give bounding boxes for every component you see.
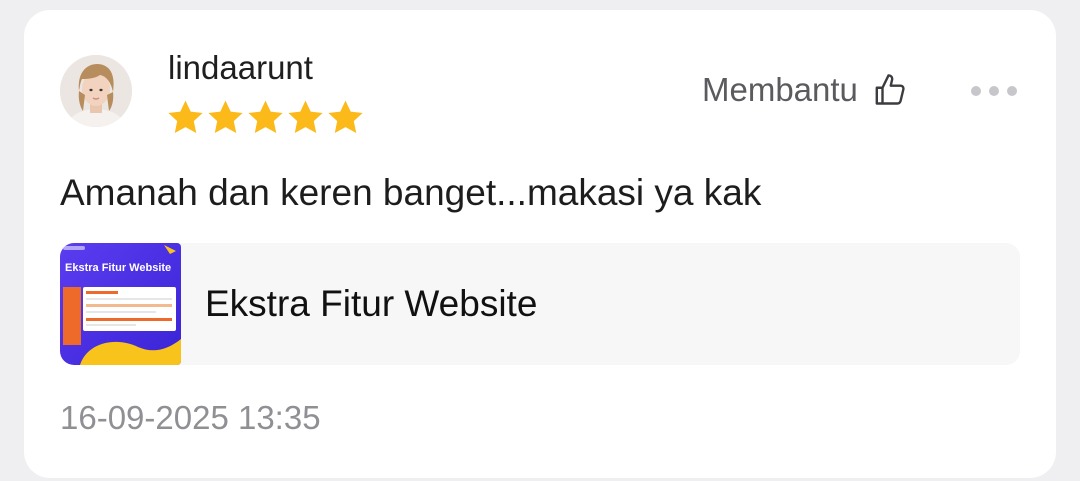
thumbs-up-icon [875, 74, 905, 105]
product-link[interactable]: Ekstra Fitur Website Ekstra Fitur Websit… [60, 243, 1020, 365]
username: lindaarunt [168, 49, 313, 86]
review-card: lindaarunt Membantu Amanah dan keren ban… [24, 10, 1056, 478]
review-text: Amanah dan keren banget...makasi ya kak [60, 172, 762, 213]
star-icon [288, 100, 323, 133]
product-name: Ekstra Fitur Website [205, 283, 538, 324]
thumbnail-title: Ekstra Fitur Website [65, 262, 171, 274]
star-icon [328, 100, 363, 133]
star-icon [168, 100, 203, 133]
avatar-image [60, 55, 132, 127]
product-thumbnail: Ekstra Fitur Website [60, 243, 181, 365]
star-rating [166, 98, 365, 137]
avatar[interactable] [60, 55, 132, 127]
star-icon [248, 100, 283, 133]
review-timestamp: 16-09-2025 13:35 [60, 399, 321, 436]
helpful-button[interactable]: Membantu [702, 70, 908, 110]
star-icon [208, 100, 243, 133]
helpful-label: Membantu [702, 71, 858, 108]
more-options-icon[interactable] [968, 78, 1020, 104]
